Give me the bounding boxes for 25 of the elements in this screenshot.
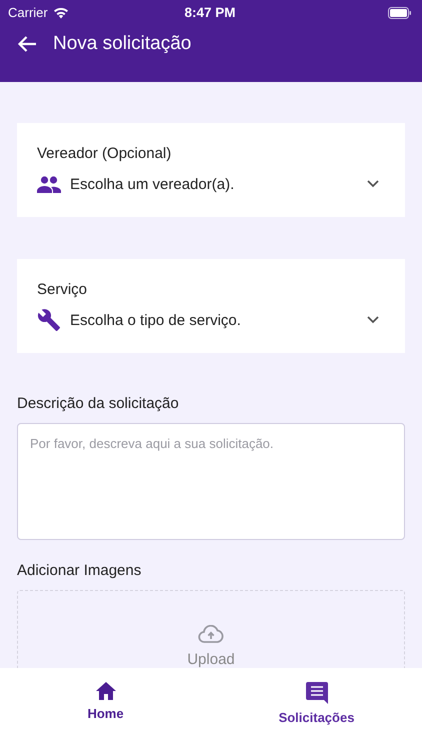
upload-label: Upload [187,651,235,668]
cloud-upload-icon [198,625,224,643]
back-arrow-icon[interactable] [17,35,37,53]
chevron-down-icon [367,316,379,324]
wrench-icon [37,308,61,332]
tab-bar-item[interactable]: Solicitações [211,674,422,750]
people-icon [37,176,61,192]
select-card[interactable]: Serviço Escolha o tipo de serviço. [17,259,405,353]
tab-bar-item[interactable]: Home [0,674,211,750]
select-card[interactable]: Vereador (Opcional) Escolha um vereador(a). [17,123,405,217]
section-label: Descrição da solicitação [17,395,180,412]
field-label: Serviço [37,281,88,298]
field-label: Vereador (Opcional) [37,145,172,162]
screen-title: Nova solicitação [53,33,192,55]
select-value: Escolha um vereador(a). [70,176,236,192]
message-icon [306,682,328,704]
section-label: Adicionar Imagens [17,562,142,579]
carrier-label: Carrier [8,5,48,20]
clock-time: 8:47 PM [184,5,236,20]
home-icon [96,682,116,700]
battery-icon [388,6,412,18]
chevron-down-icon [367,180,379,188]
wifi-icon [52,6,69,18]
description-field[interactable]: Por favor, descreva aqui a sua solicitação. [17,423,405,540]
select-value: Escolha o tipo de serviço. [70,312,242,328]
